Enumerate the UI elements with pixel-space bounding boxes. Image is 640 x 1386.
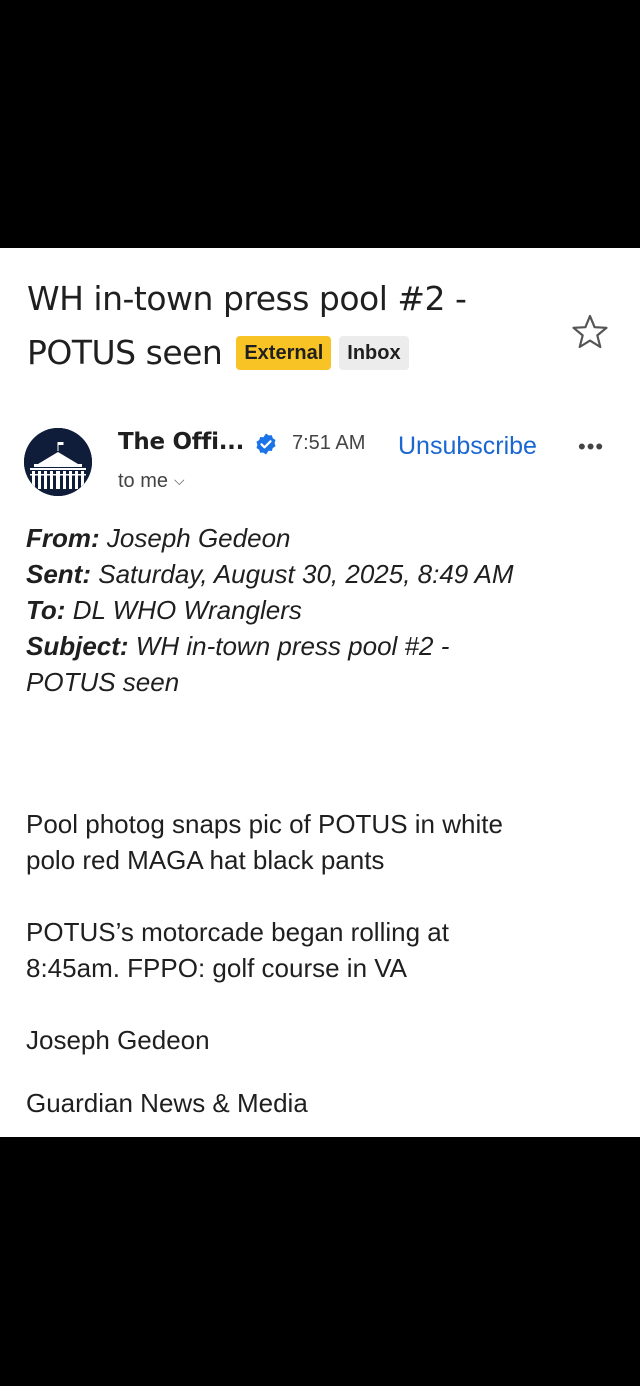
to-line: To: DL WHO Wranglers [26, 595, 302, 625]
verified-badge-icon [256, 433, 276, 455]
email-panel: WH in-town press pool #2 - POTUS seen Ex… [0, 248, 640, 1137]
bottom-black-bar [0, 1137, 640, 1386]
recipient-details[interactable]: to me ⌵ [118, 470, 185, 493]
unsubscribe-link[interactable]: Unsubscribe [398, 432, 537, 461]
subject-line: Subject: WH in-town press pool #2 - [26, 631, 450, 661]
subject-line-cont: POTUS seen [26, 667, 180, 697]
signature-org: Guardian News & Media [26, 1088, 308, 1118]
external-label[interactable]: External [236, 336, 332, 370]
signature-name: Joseph Gedeon [26, 1025, 210, 1055]
received-time: 7:51 AM [292, 432, 366, 454]
sent-line: Sent: Saturday, August 30, 2025, 8:49 AM [26, 559, 514, 589]
more-options-icon[interactable]: ••• [578, 434, 604, 460]
star-icon[interactable] [570, 312, 610, 352]
white-house-icon [24, 428, 92, 496]
subject-line-1: WH in-town press pool #2 - [27, 279, 467, 318]
subject-line-2: POTUS seen [27, 333, 223, 372]
sender-avatar[interactable] [24, 428, 92, 496]
recipient-label: to me [118, 470, 169, 492]
inbox-label[interactable]: Inbox [339, 336, 409, 370]
body-paragraph-2: POTUS’s motorcade began rolling at 8:45a… [26, 917, 449, 983]
forwarded-header: From: Joseph Gedeon Sent: Saturday, Augu… [26, 520, 626, 700]
chevron-down-icon: ⌵ [174, 472, 185, 488]
sender-name[interactable]: The Offi... [118, 429, 244, 455]
from-line: From: Joseph Gedeon [26, 523, 291, 553]
top-black-bar [0, 0, 640, 248]
email-subject: WH in-town press pool #2 - POTUS seen Ex… [27, 272, 547, 380]
body-paragraph-1: Pool photog snaps pic of POTUS in white … [26, 809, 503, 875]
